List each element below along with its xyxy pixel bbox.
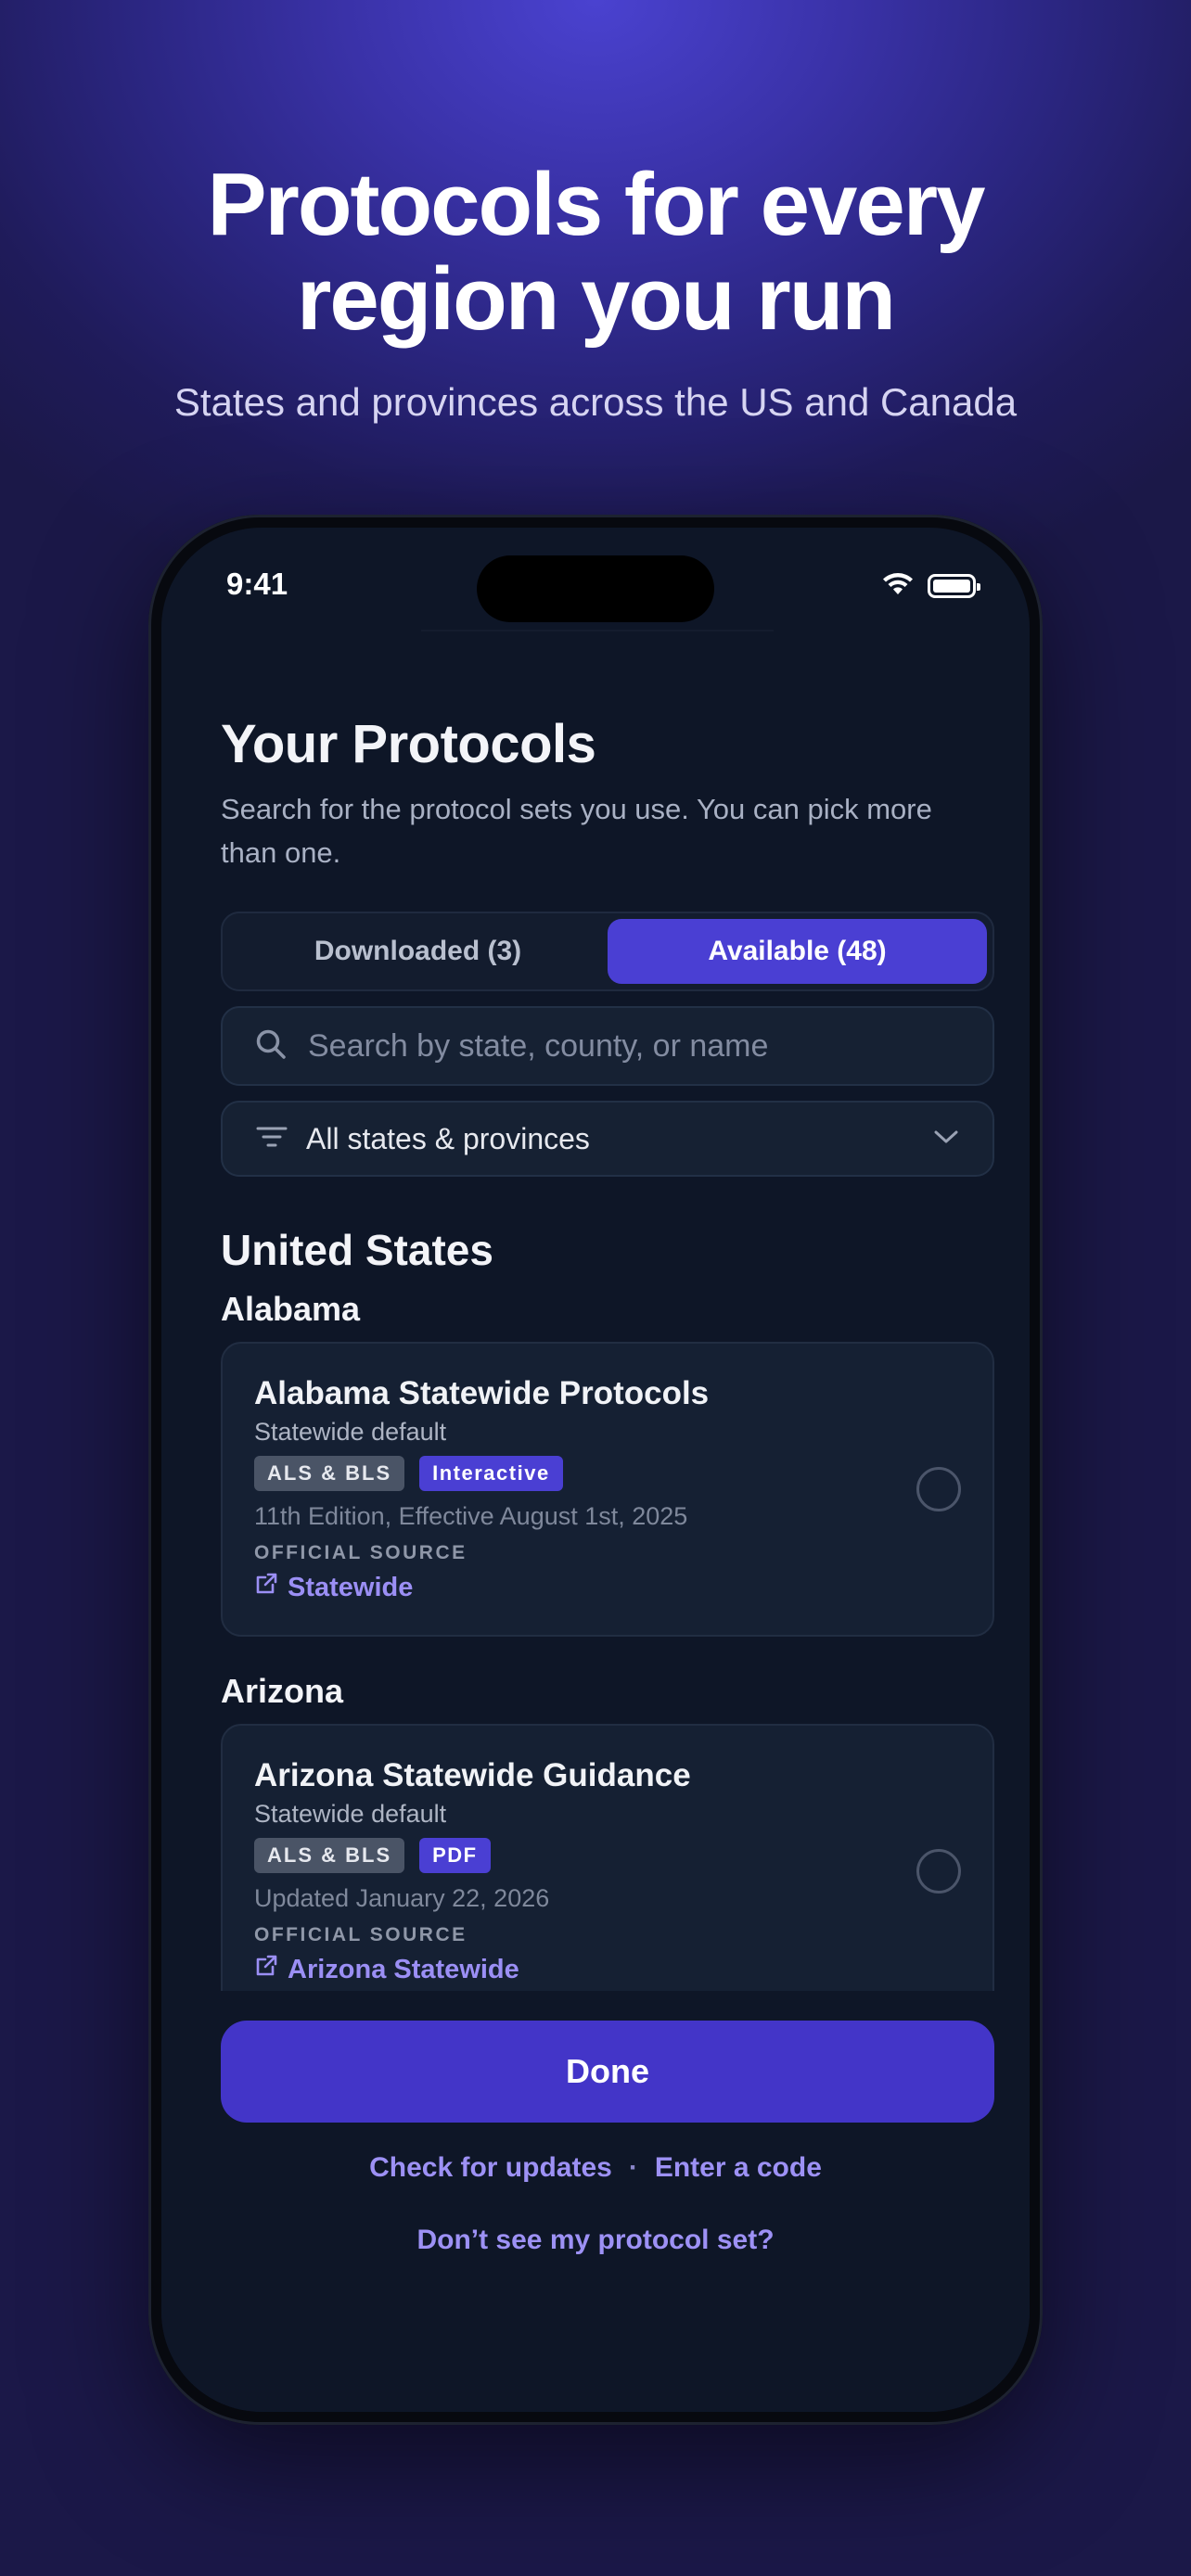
select-radio[interactable] [916,1849,961,1894]
search-input[interactable]: Search by state, county, or name [221,1006,994,1086]
source-link-text: Statewide [288,1572,414,1602]
filter-icon [256,1125,288,1154]
external-link-icon [254,1954,278,1985]
tab-downloaded[interactable]: Downloaded (3) [228,919,608,984]
official-source-label: OFFICIAL SOURCE [254,1924,467,1945]
card-title: Arizona Statewide Guidance [254,1757,691,1793]
region-filter-select[interactable]: All states & provinces [221,1101,994,1177]
badge-als-bls: ALS & BLS [254,1838,405,1873]
official-source-label: OFFICIAL SOURCE [254,1542,467,1563]
chevron-down-icon [933,1129,959,1150]
search-placeholder: Search by state, county, or name [308,1027,769,1064]
official-source-link[interactable]: Arizona Statewide [254,1954,961,1985]
state-title-alabama: Alabama [221,1290,361,1328]
card-edition: 11th Edition, Effective August 1st, 2025 [254,1502,688,1530]
search-icon [254,1027,288,1065]
filter-value: All states & provinces [306,1121,590,1155]
hero-title-line-1: Protocols for every [207,155,986,254]
segmented-control: Downloaded (3) Available (48) [221,912,994,991]
done-button[interactable]: Done [221,2021,994,2123]
protocol-card-alabama[interactable]: Alabama Statewide Protocols Statewide de… [221,1342,994,1637]
phone-frame: 9:41 Your Protocols Search for the proto… [148,515,1043,2425]
official-source-link[interactable]: Statewide [254,1572,961,1603]
check-updates-link[interactable]: Check for updates [369,2152,612,2183]
badge-als-bls: ALS & BLS [254,1456,405,1491]
badge-row: ALS & BLS Interactive [254,1456,961,1491]
hero-subtitle: States and provinces across the US and C… [173,380,1018,424]
source-link-text: Arizona Statewide [288,1954,519,1984]
external-link-icon [254,1572,278,1603]
scroll-content[interactable]: Your Protocols Search for the protocol s… [161,528,1030,1991]
missing-protocol-link[interactable]: Don’t see my protocol set? [161,2225,1030,2256]
select-radio[interactable] [916,1467,961,1511]
card-subtitle: Statewide default [254,1418,447,1446]
secondary-links: Check for updates · Enter a code [161,2152,1030,2184]
badge-row: ALS & BLS PDF [254,1838,961,1873]
card-updated: Updated January 22, 2026 [254,1884,550,1912]
bottom-actions: Done Check for updates · Enter a code Don’… [161,1991,1030,2412]
enter-code-link[interactable]: Enter a code [655,2152,822,2183]
protocol-card-arizona[interactable]: Arizona Statewide Guidance Statewide def… [221,1724,994,1991]
phone-screen: 9:41 Your Protocols Search for the proto… [161,528,1030,2412]
card-subtitle: Statewide default [254,1800,447,1828]
badge-pdf: PDF [419,1838,491,1873]
badge-interactive: Interactive [419,1456,563,1491]
tab-available[interactable]: Available (48) [608,919,987,984]
card-title: Alabama Statewide Protocols [254,1375,710,1411]
page-description: Search for the protocol sets you use. Yo… [221,793,932,869]
page-title: Your Protocols [221,714,596,774]
state-title-arizona: Arizona [221,1672,344,1710]
section-title-united-states: United States [221,1226,493,1274]
hero-title: Protocols for every region you run [0,158,1191,347]
link-separator: · [628,2152,638,2183]
hero-title-line-2: region you run [297,249,896,349]
